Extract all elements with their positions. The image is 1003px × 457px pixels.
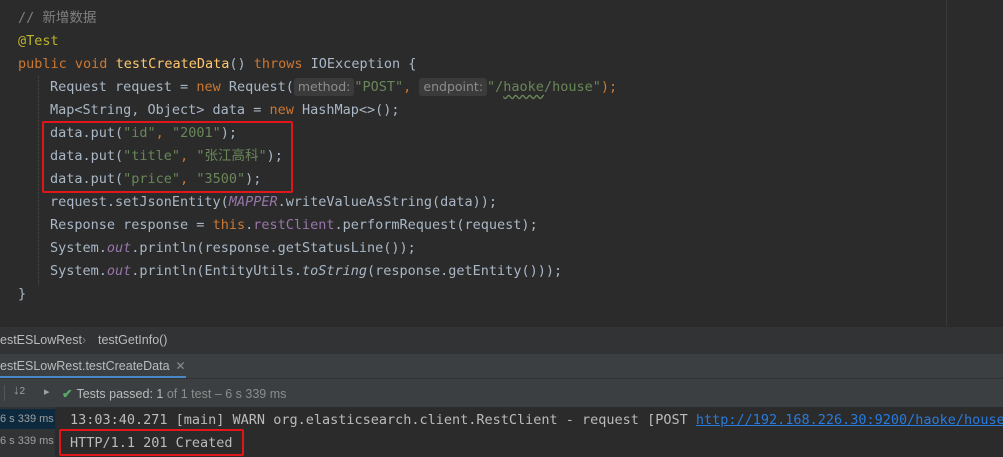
code-line-request: Request request = new Request(method: "PO… xyxy=(50,78,618,96)
test-tree: 6 s 339 ms 6 s 339 ms xyxy=(0,407,56,457)
code-comment: // 新增数据 xyxy=(18,10,97,26)
code-method-declaration: public void testCreateData() throws IOEx… xyxy=(18,56,417,72)
tests-passed-count: 1 xyxy=(156,387,164,401)
tests-passed-label: Tests passed: xyxy=(76,387,153,401)
right-margin-guide xyxy=(946,0,947,326)
run-tab-label: estESLowRest.testCreateData xyxy=(0,359,170,373)
toolbar-divider xyxy=(4,385,5,401)
tests-total: of 1 test xyxy=(166,387,212,401)
indent-guide xyxy=(38,76,40,285)
breadcrumb-class[interactable]: estESLowRest xyxy=(0,333,82,347)
test-status: ✔ Tests passed: 1 of 1 test – 6 s 339 ms xyxy=(62,386,286,401)
parameter-hint-endpoint: endpoint: xyxy=(419,78,488,96)
code-line-print-entity: System.out.println(EntityUtils.toString(… xyxy=(50,263,563,279)
tree-row-time[interactable]: 6 s 339 ms xyxy=(0,409,55,429)
code-line-response: Response response = this.restClient.perf… xyxy=(50,217,538,233)
parameter-hint-method: method: xyxy=(293,78,355,96)
run-tab-bar: estESLowRest.testCreateData ✕ xyxy=(0,353,1003,379)
request-url-link[interactable]: http://192.168.226.30:9200/haoke/house xyxy=(696,412,1003,428)
tree-row-time[interactable]: 6 s 339 ms xyxy=(0,431,55,451)
highlight-box-data-puts xyxy=(42,121,293,193)
tests-duration: – 6 s 339 ms xyxy=(214,387,287,401)
console-output[interactable]: 13:03:40.271 [main] WARN org.elasticsear… xyxy=(56,407,1003,457)
breadcrumb: estESLowRest › testGetInfo() xyxy=(0,326,1003,354)
collapse-icon[interactable]: ▸ xyxy=(44,385,50,398)
code-editor[interactable]: // 新增数据 @Test public void testCreateData… xyxy=(0,0,1003,326)
code-annotation: @Test xyxy=(18,33,59,49)
sort-icon[interactable]: ↓2 xyxy=(13,382,25,397)
breadcrumb-method[interactable]: testGetInfo() xyxy=(98,333,167,347)
code-line-set-entity: request.setJsonEntity(MAPPER.writeValueA… xyxy=(50,194,498,210)
highlight-box-status xyxy=(59,429,244,456)
test-results-toolbar: ↓2 ▸ ✔ Tests passed: 1 of 1 test – 6 s 33… xyxy=(0,378,1003,407)
code-line-map: Map<String, Object> data = new HashMap<>… xyxy=(50,102,400,118)
breadcrumb-chevron-icon: › xyxy=(82,333,87,347)
code-line-print-status: System.out.println(response.getStatusLin… xyxy=(50,240,416,256)
check-icon: ✔ xyxy=(62,387,73,401)
code-close-brace: } xyxy=(18,286,27,302)
close-icon[interactable]: ✕ xyxy=(176,359,186,373)
console-log-line: 13:03:40.271 [main] WARN org.elasticsear… xyxy=(70,412,1003,428)
